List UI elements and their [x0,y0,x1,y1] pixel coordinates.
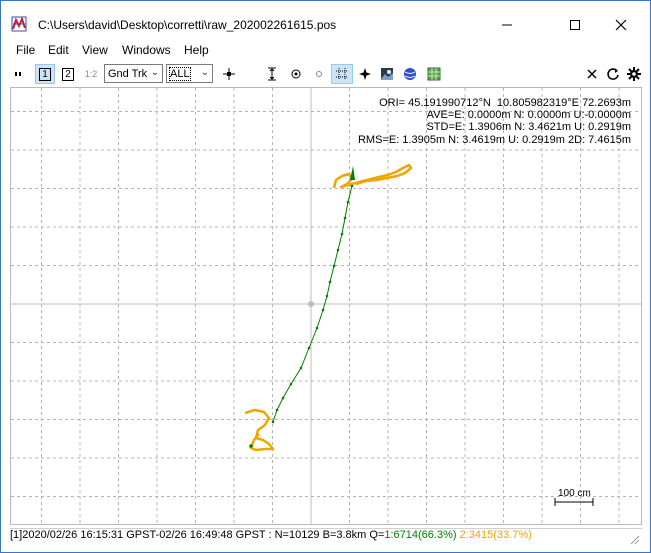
fix-point [307,346,311,350]
settings-button[interactable] [625,64,643,84]
compass-icon [359,68,371,80]
map-image-button[interactable] [377,64,397,84]
fix-point [271,420,275,424]
menu-edit[interactable]: Edit [48,43,69,57]
globe-button[interactable] [400,64,420,84]
center-origin-icon [223,68,235,80]
fix-point [332,264,336,268]
grid-icon [336,68,348,80]
quality-filter-select[interactable]: ALL ⌄ [166,64,213,83]
map-image-icon [381,68,393,80]
refresh-button[interactable] [604,64,622,84]
menu-help[interactable]: Help [184,43,209,57]
close-window-button[interactable] [598,11,644,39]
refresh-icon [607,68,619,80]
close-icon [587,69,597,79]
fit-vertical-icon [268,67,276,81]
menu-windows[interactable]: Windows [122,43,171,57]
plot-type-value: Gnd Trk [108,67,148,80]
fit-horizontal-icon [291,69,301,79]
origin-text: ORI= 45.191990712°N 10.805982319°E 72.26… [379,97,631,109]
fit-vertical-button[interactable] [262,64,282,84]
fix-point [289,382,293,386]
maximize-icon [570,20,580,30]
fix-point [328,280,332,284]
plot-type-select[interactable]: Gnd Trk ⌄ [104,64,163,83]
float-track-south [244,408,275,452]
statistics-panel: ORI= 45.191990712°N 10.805982319°E 72.26… [358,97,631,146]
settings-icon [627,67,641,81]
fix-point [321,308,325,312]
fix-cluster-north [350,166,355,180]
fix-point [275,408,279,412]
toolbar-grip-icon[interactable] [13,64,25,84]
sky-image-icon [427,67,441,81]
fix-point [315,326,319,330]
center-origin-button[interactable] [219,64,239,84]
maximize-button[interactable] [552,11,598,39]
solution-2-label: 2 [62,67,74,81]
sky-image-button[interactable] [424,64,444,84]
rtkplot-window: C:\Users\david\Desktop\corretti\raw_2020… [0,0,651,553]
close-window-icon [615,19,627,31]
chevron-down-icon: ⌄ [150,67,159,78]
status-float-count: 2:3415(33.7%) [459,529,532,542]
rms-text: RMS=E: 1.3905m N: 3.4619m U: 0.2919m 2D:… [357,133,631,146]
menu-bar: File Edit View Windows Help [1,41,650,61]
compass-button[interactable] [355,64,375,84]
origin-marker [308,301,314,307]
minimize-icon [502,24,512,26]
fix-point [249,444,253,448]
title-bar[interactable]: C:\Users\david\Desktop\corretti\raw_2020… [1,1,650,41]
std-text: STD=E: 1.3906m N: 3.4621m U: 0.2919m [426,121,631,134]
globe-icon [404,68,416,80]
fix-point [346,200,350,204]
toolbar: 1 2 1:2 Gnd Trk ⌄ ALL ⌄ [1,61,650,87]
solution-12-button[interactable]: 1:2 [81,64,101,84]
plot-canvas [11,88,641,524]
menu-view[interactable]: View [82,43,108,57]
status-text: [1]2020/02/26 16:15:31 GPST-02/26 16:49:… [10,529,385,542]
ground-track-plot[interactable]: ORI= 45.191990712°N 10.805982319°E 72.26… [10,87,642,525]
menu-file[interactable]: File [16,43,35,57]
fix-point [343,216,347,220]
minimize-button[interactable] [484,11,530,39]
solution-2-button[interactable]: 2 [58,64,78,84]
grid-button[interactable] [331,64,353,84]
chevron-down-icon: ⌄ [200,67,209,78]
window-title: C:\Users\david\Desktop\corretti\raw_2020… [38,18,337,32]
solution-1-label: 1 [39,67,51,81]
rtkplot-app-icon [11,16,27,32]
float-track-north [332,163,413,189]
fix-point [281,396,285,400]
fit-horizontal-button[interactable] [286,64,306,84]
fix-point [350,184,354,188]
resize-grip-icon[interactable] [630,535,640,545]
fix-point [340,232,344,236]
scale-line-icon [554,498,594,506]
status-bar: [1]2020/02/26 16:15:31 GPST-02/26 16:49:… [10,528,642,547]
fix-point [299,366,303,370]
status-fix-count: 1:6714(66.3%) [384,529,457,542]
solution-1-button[interactable]: 1 [35,64,55,84]
fix-point [336,248,340,252]
solution-12-label: 1:2 [84,69,98,79]
show-point-icon [316,71,322,77]
scale-bar: 100 cm [554,488,594,510]
close-plot-button[interactable] [583,64,601,84]
average-text: AVE=E: 0.0000m N: 0.0000m U:-0.0000m [426,109,631,122]
quality-filter-value: ALL [169,66,191,81]
show-point-button[interactable] [309,64,329,84]
fix-point [325,294,329,298]
